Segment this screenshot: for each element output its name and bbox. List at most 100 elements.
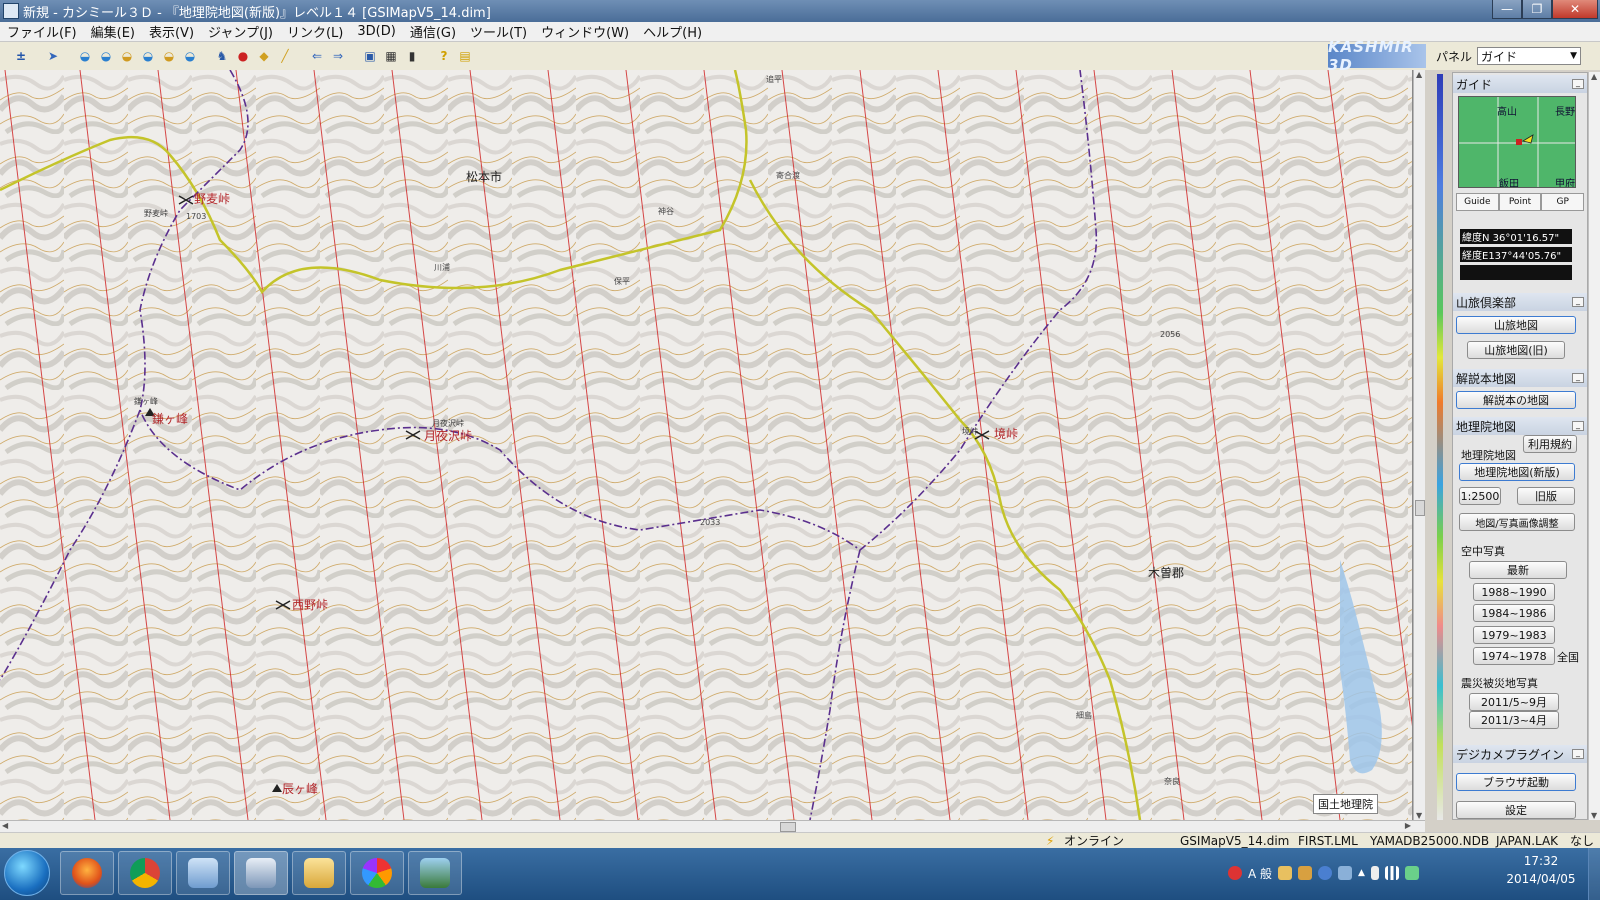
layer-6-icon[interactable]: ◒ (181, 47, 199, 65)
aerial-latest-button[interactable]: 最新 (1469, 561, 1567, 579)
kashmir3d-taskbar-button[interactable] (234, 851, 288, 895)
picasa-taskbar-button[interactable] (350, 851, 404, 895)
menu-help[interactable]: ヘルプ(H) (636, 22, 709, 41)
close-button[interactable]: ✕ (1552, 0, 1598, 19)
camera-icon[interactable]: ▣ (361, 47, 379, 65)
layer-1-icon[interactable]: ◒ (76, 47, 94, 65)
tab-gp[interactable]: GP (1541, 193, 1585, 211)
start-button[interactable] (4, 850, 50, 896)
map-view[interactable]: 松本市 野麦峠 野麦峠 1703 鎌ヶ峰 鎌ヶ峰 月夜沢峠 月夜沢峠 境峠 境峠… (0, 70, 1413, 820)
route-icon[interactable]: ◆ (255, 47, 273, 65)
scroll-down-icon[interactable]: ▼ (1591, 811, 1597, 820)
aerial-1974-button[interactable]: 1974~1978 (1473, 647, 1555, 665)
zoom-icon[interactable]: ± (12, 47, 30, 65)
horizontal-scroll-thumb[interactable] (780, 822, 796, 832)
minimize-icon[interactable]: _ (1572, 749, 1584, 759)
marker-icon[interactable]: ● (234, 47, 252, 65)
section-digicam-header[interactable]: デジカメプラグイン _ (1453, 745, 1587, 763)
panel-select[interactable]: ガイド ▼ (1477, 47, 1582, 65)
guide-minimap[interactable]: 高山 長野 飯田 甲府 (1458, 96, 1576, 188)
scroll-up-icon[interactable]: ▲ (1416, 70, 1422, 79)
firefox-taskbar-button[interactable] (60, 851, 114, 895)
pointer-icon[interactable]: ➤ (44, 47, 62, 65)
clock[interactable]: 17:32 2014/04/05 (1500, 852, 1582, 888)
minimize-icon[interactable]: _ (1572, 373, 1584, 383)
sanryo-map-button[interactable]: 山旅地図 (1456, 316, 1576, 334)
old-version-button[interactable]: 旧版 (1517, 487, 1575, 505)
section-sanryo-header[interactable]: 山旅倶楽部 _ (1453, 293, 1587, 311)
settings-button[interactable]: 設定 (1456, 801, 1576, 819)
minimize-icon[interactable]: _ (1572, 79, 1584, 89)
menu-link[interactable]: リンク(L) (280, 22, 350, 41)
help-icon[interactable]: ? (435, 47, 453, 65)
menu-comm[interactable]: 通信(G) (403, 22, 463, 41)
map-vertical-scrollbar[interactable]: ▲ ▼ (1413, 70, 1425, 820)
dictionary-icon[interactable] (1298, 866, 1313, 880)
label-sakai-pass: 境峠 (994, 427, 1019, 441)
scroll-left-icon[interactable]: ◀ (2, 821, 8, 830)
ime-indicator[interactable]: A 般 (1248, 865, 1272, 882)
ime-help-icon[interactable] (1318, 866, 1333, 880)
network-icon[interactable] (1384, 866, 1399, 880)
menu-window[interactable]: ウィンドウ(W) (534, 22, 636, 41)
chiriin-new-button[interactable]: 地理院地図(新版) (1459, 463, 1575, 481)
battery-icon[interactable] (1370, 866, 1379, 880)
tab-point[interactable]: Point (1498, 193, 1542, 211)
explorer-taskbar-button[interactable] (292, 851, 346, 895)
menu-3d[interactable]: 3D(D) (350, 24, 402, 39)
info-icon[interactable]: ▤ (456, 47, 474, 65)
scroll-right-icon[interactable]: ▶ (1405, 821, 1411, 830)
menu-edit[interactable]: 編集(E) (84, 22, 142, 41)
chrome-taskbar-button[interactable] (118, 851, 172, 895)
back-icon[interactable]: ⇐ (308, 47, 326, 65)
menu-file[interactable]: ファイル(F) (0, 22, 84, 41)
scroll-up-icon[interactable]: ▲ (1591, 72, 1597, 81)
layer-4-icon[interactable]: ◒ (139, 47, 157, 65)
gps-icon[interactable]: ▮ (403, 47, 421, 65)
nationwide-label[interactable]: 全国 (1557, 649, 1579, 665)
ime-tool-icon[interactable] (1278, 866, 1293, 880)
vertical-scroll-thumb[interactable] (1415, 500, 1425, 516)
tray-expand-icon[interactable]: ▲ (1358, 868, 1365, 878)
map-horizontal-scrollbar[interactable]: ◀ ▶ (0, 820, 1425, 832)
disaster-2011-mar-button[interactable]: 2011/3~4月 (1469, 711, 1559, 729)
shield-icon[interactable] (1228, 866, 1242, 880)
layer-3-icon[interactable]: ◒ (118, 47, 136, 65)
browser-launch-button[interactable]: ブラウザ起動 (1456, 773, 1576, 791)
minimize-icon[interactable]: _ (1572, 297, 1584, 307)
disaster-2011-may-button[interactable]: 2011/5~9月 (1469, 693, 1559, 711)
caps-icon[interactable] (1338, 866, 1353, 880)
kaisetsu-map-button[interactable]: 解説本の地図 (1456, 391, 1576, 409)
panel-scrollbar[interactable]: ▲ ▼ (1588, 72, 1600, 820)
section-chiriin-header[interactable]: 地理院地図 _ (1453, 417, 1587, 435)
forward-icon[interactable]: ⇒ (329, 47, 347, 65)
guide-tabs: Guide Point GP (1456, 193, 1585, 211)
scale-2500-button[interactable]: 1:2500 (1459, 487, 1501, 505)
menu-tools[interactable]: ツール(T) (463, 22, 534, 41)
photo-viewer-taskbar-button[interactable] (408, 851, 462, 895)
menu-view[interactable]: 表示(V) (142, 22, 201, 41)
scroll-down-icon[interactable]: ▼ (1416, 811, 1422, 820)
aerial-1979-button[interactable]: 1979~1983 (1473, 626, 1555, 644)
status-bar: ⚡ オンライン GSIMapV5_14.dim FIRST.LML YAMADB… (0, 832, 1600, 848)
aerial-1988-button[interactable]: 1988~1990 (1473, 583, 1555, 601)
terms-button[interactable]: 利用規約 (1523, 435, 1577, 453)
show-desktop-button[interactable] (1588, 848, 1600, 900)
minimize-button[interactable]: — (1492, 0, 1522, 19)
control-panel-taskbar-button[interactable] (176, 851, 230, 895)
tab-guide[interactable]: Guide (1456, 193, 1499, 211)
layer-5-icon[interactable]: ◒ (160, 47, 178, 65)
aerial-1984-button[interactable]: 1984~1986 (1473, 604, 1555, 622)
sanryo-map-old-button[interactable]: 山旅地図(旧) (1467, 341, 1565, 359)
layer-2-icon[interactable]: ◒ (97, 47, 115, 65)
maximize-button[interactable]: ❐ (1522, 0, 1552, 19)
ruler-icon[interactable]: ╱ (276, 47, 294, 65)
section-guide-header[interactable]: ガイド _ (1453, 75, 1587, 93)
monitor-icon[interactable]: ▦ (382, 47, 400, 65)
menu-jump[interactable]: ジャンプ(J) (201, 22, 280, 41)
section-kaisetsu-header[interactable]: 解説本地図 _ (1453, 369, 1587, 387)
image-adjust-button[interactable]: 地図/写真画像調整 (1459, 513, 1575, 531)
minimize-icon[interactable]: _ (1572, 421, 1584, 431)
binoculars-icon[interactable]: ♞ (213, 47, 231, 65)
volume-icon[interactable] (1404, 866, 1419, 880)
